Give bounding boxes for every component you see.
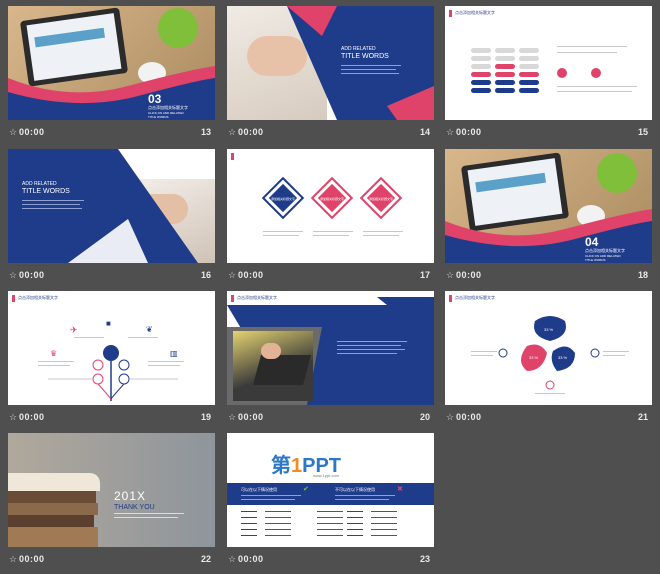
slide-time: 00:00: [456, 270, 482, 280]
wave-band: [8, 66, 215, 120]
slide-thumbnail-13[interactable]: 03 点击添加相关标题文字 CLICK ON ADD RELATED TITLE…: [8, 6, 215, 120]
slide-number: 14: [419, 127, 430, 137]
slide-number: 18: [637, 270, 648, 280]
tag-text: 点击添加相关标题文字: [455, 10, 495, 15]
link-list: [227, 509, 434, 547]
slide-heading-small: ADD RELATED: [341, 46, 376, 52]
slide-time: 00:00: [238, 270, 264, 280]
slide-thumbnail-17[interactable]: 添加相关标题文字 添加相关标题文字 添加相关标题文字: [227, 149, 434, 263]
percent-3: 33 %: [558, 355, 568, 360]
tag-mark: [449, 10, 452, 17]
slide-number: 19: [200, 412, 211, 422]
slide-number: 13: [200, 127, 211, 137]
section-sub-2: TITLE WORDS: [148, 115, 169, 119]
slide-thumbnail-16[interactable]: 点击添加相关标题文字 ADD RELATED TITLE WORDS: [8, 149, 215, 263]
transition-icon: ☆: [228, 270, 237, 280]
slide-thumbnail-15[interactable]: 点击添加相关标题文字: [445, 6, 652, 120]
pink-circle-2: [591, 68, 601, 78]
diamond-2-label: 添加相关标题文字: [320, 197, 345, 201]
pink-circle-1: [557, 68, 567, 78]
slide-meta-22: ☆ 00:00 22: [8, 554, 215, 568]
slide-meta-21: ☆ 00:00 21: [445, 412, 652, 426]
diamond-3-label: 添加相关标题文字: [369, 197, 394, 201]
slide-time: 00:00: [19, 554, 45, 564]
slide-time: 00:00: [19, 127, 45, 137]
slide-meta-23: ☆ 00:00 23: [227, 554, 434, 568]
check-icon: ✔: [303, 486, 309, 493]
slide-number: 15: [637, 127, 648, 137]
books-image: [8, 473, 100, 547]
slide-meta-16: ☆ 00:00 16: [8, 270, 215, 284]
diamond-1-label: 添加相关标题文字: [271, 197, 296, 201]
cycle-diagram: [498, 316, 600, 390]
slide-heading: TITLE WORDS: [22, 188, 70, 195]
slide-time: 00:00: [19, 412, 45, 422]
percent-1: 33 %: [544, 327, 554, 332]
slide-number: 16: [200, 270, 211, 280]
slide-number: 17: [419, 270, 430, 280]
transition-icon: ☆: [228, 127, 237, 137]
transition-icon: ☆: [9, 412, 18, 422]
right-title: 不可以在以下情况使用: [335, 487, 375, 492]
slide-meta-13: ☆ 00:00 13: [8, 127, 215, 141]
logo-url: www.1ppt.com: [313, 473, 340, 478]
logo-part-a: 第: [271, 455, 291, 477]
tag-mark: [231, 153, 234, 160]
left-title: 可以在以下情况使用: [241, 487, 277, 492]
transition-icon: ☆: [228, 412, 237, 422]
tree-diagram: [48, 345, 178, 401]
closing-title: THANK YOU: [114, 504, 155, 511]
slide-meta-17: ☆ 00:00 17: [227, 270, 434, 284]
slide-thumbnail-14[interactable]: ADD RELATED TITLE WORDS: [227, 6, 434, 120]
closing-year: 201X: [114, 489, 147, 503]
transition-icon: ☆: [9, 270, 18, 280]
slide-thumbnail-23[interactable]: 第1PPT www.1ppt.com 可以在以下情况使用 不可以在以下情况使用 …: [227, 433, 434, 547]
slide-time: 00:00: [19, 270, 45, 280]
slide-time: 00:00: [238, 554, 264, 564]
slide-thumbnail-20[interactable]: 点击添加相关标题文字: [227, 291, 434, 405]
slide-thumbnail-19[interactable]: 点击添加相关标题文字 ✈ ■ ❦ ♛ ▥: [8, 291, 215, 405]
slide-heading-small: ADD RELATED: [22, 181, 57, 187]
slide-number: 22: [200, 554, 211, 564]
section-sub-2: TITLE WORDS: [585, 258, 606, 262]
slide-meta-18: ☆ 00:00 18: [445, 270, 652, 284]
slide-meta-14: ☆ 00:00 14: [227, 127, 434, 141]
slide-time: 00:00: [238, 412, 264, 422]
slide-time: 00:00: [456, 412, 482, 422]
transition-icon: ☆: [228, 554, 237, 564]
slide-number: 23: [419, 554, 430, 564]
transition-icon: ☆: [446, 412, 455, 422]
transition-icon: ☆: [9, 554, 18, 564]
slide-time: 00:00: [238, 127, 264, 137]
slide-meta-20: ☆ 00:00 20: [227, 412, 434, 426]
logo-part-b: 1: [291, 455, 303, 477]
percent-2: 33 %: [529, 355, 539, 360]
slide-heading: TITLE WORDS: [341, 53, 389, 60]
transition-icon: ☆: [446, 127, 455, 137]
transition-icon: ☆: [446, 270, 455, 280]
section-number: 03: [148, 92, 162, 106]
slide-thumbnail-22[interactable]: 201X THANK YOU: [8, 433, 215, 547]
section-number: 04: [585, 235, 599, 249]
slide-meta-19: ☆ 00:00 19: [8, 412, 215, 426]
slide-number: 21: [637, 412, 648, 422]
wave-band: [445, 209, 652, 263]
slide-thumbnail-18[interactable]: 04 点击添加相关标题文字 CLICK ON ADD RELATED TITLE…: [445, 149, 652, 263]
slide-number: 20: [419, 412, 430, 422]
transition-icon: ☆: [9, 127, 18, 137]
slide-time: 00:00: [456, 127, 482, 137]
slide-meta-15: ☆ 00:00 15: [445, 127, 652, 141]
cross-icon: ✖: [397, 486, 403, 493]
slide-thumbnail-21[interactable]: 点击添加相关标题文字 33 % 33 % 33 %: [445, 291, 652, 405]
